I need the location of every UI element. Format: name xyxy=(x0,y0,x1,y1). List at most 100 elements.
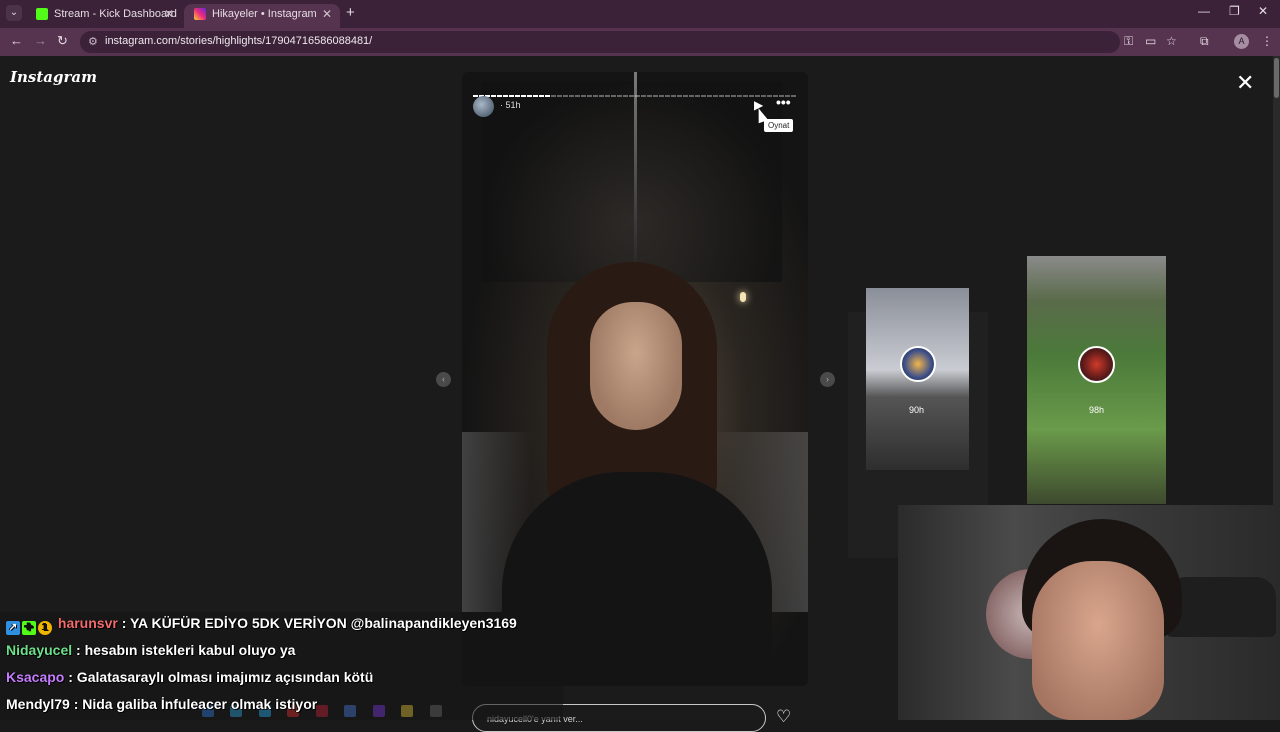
story-progress-segment xyxy=(647,95,652,97)
password-key-icon[interactable]: ⚿ xyxy=(1124,34,1133,49)
story-progress-segment xyxy=(611,95,616,97)
story-progress-segment xyxy=(749,95,754,97)
story-progress-segment xyxy=(677,95,682,97)
browser-tab-strip: ⌄ Stream - Kick Dashboard ✕ Hikayeler • … xyxy=(0,0,1280,28)
story-progress-segment xyxy=(737,95,742,97)
story-preview-time: 98h xyxy=(1089,405,1105,415)
verified-badge-icon: ↗ xyxy=(6,621,20,635)
story-progress-segment xyxy=(713,95,718,97)
new-tab-button[interactable]: + xyxy=(346,4,355,21)
instagram-logo[interactable]: Instagram xyxy=(10,68,97,86)
previous-story-chevron-icon[interactable]: ‹ xyxy=(436,372,451,387)
story-progress-segment xyxy=(623,95,628,97)
story-progress-segment xyxy=(755,95,760,97)
close-icon[interactable]: ✕ xyxy=(1236,70,1254,96)
story-owner-avatar[interactable] xyxy=(473,96,494,117)
chat-username: harunsvr xyxy=(57,615,118,631)
story-progress-segment xyxy=(707,95,712,97)
forward-arrow-icon[interactable]: → xyxy=(34,33,47,48)
restore-icon[interactable]: ❐ xyxy=(1229,4,1240,18)
story-progress-segment xyxy=(767,95,772,97)
story-progress-segment xyxy=(557,95,562,97)
story-progress-segment xyxy=(719,95,724,97)
story-progress-bar xyxy=(473,84,797,97)
story-background-pole xyxy=(634,72,637,262)
tab-search-chevron-icon[interactable]: ⌄ xyxy=(6,5,22,21)
story-progress-segment xyxy=(635,95,640,97)
close-window-icon[interactable]: ✕ xyxy=(1258,4,1268,18)
profile-avatar[interactable]: A xyxy=(1234,34,1249,49)
story-progress-segment xyxy=(725,95,730,97)
story-background-tree xyxy=(482,82,782,282)
story-progress-segment xyxy=(563,95,568,97)
story-time-value: 51h xyxy=(505,100,521,110)
story-progress-segment xyxy=(491,95,496,97)
reload-icon[interactable]: ↻ xyxy=(57,33,68,49)
webcam-person-face xyxy=(1032,561,1164,720)
chat-username: Nidayucel xyxy=(6,642,73,658)
story-progress-segment xyxy=(509,95,514,97)
story-preview-avatar xyxy=(1078,346,1115,383)
tab-label: Stream - Kick Dashboard xyxy=(54,8,177,20)
story-progress-segment xyxy=(683,95,688,97)
close-tab-icon[interactable]: ✕ xyxy=(164,4,174,24)
story-progress-segment xyxy=(701,95,706,97)
address-url: instagram.com/stories/highlights/1790471… xyxy=(105,35,373,47)
site-info-icon[interactable]: ⚙ xyxy=(88,35,98,48)
browser-toolbar: ← → ↻ ⚙ instagram.com/stories/highlights… xyxy=(0,28,1280,56)
story-progress-segment xyxy=(641,95,646,97)
one-badge-icon: 1 xyxy=(38,621,52,635)
chat-text: : YA KÜFÜR EDİYO 5DK VERİYON @balinapand… xyxy=(121,615,517,631)
story-progress-segment xyxy=(689,95,694,97)
extensions-puzzle-icon[interactable]: ⧉ xyxy=(1200,34,1209,49)
story-timestamp: · 51h xyxy=(500,100,521,110)
chat-message: Ksacapo : Galatasaraylı olması imajımız … xyxy=(6,669,373,685)
minimize-icon[interactable]: — xyxy=(1198,4,1210,18)
instagram-favicon-icon xyxy=(194,8,206,20)
story-progress-segment xyxy=(695,95,700,97)
chat-text: : hesabın istekleri kabul oluyo ya xyxy=(76,642,296,658)
plus-badge-icon: ✚ xyxy=(22,621,36,635)
chat-username: Ksacapo xyxy=(6,669,65,685)
chat-message: Mendyl79 : Nida galiba İnfuleacer olmak … xyxy=(6,696,317,712)
address-bar[interactable]: ⚙ instagram.com/stories/highlights/17904… xyxy=(80,31,1120,53)
story-progress-segment xyxy=(761,95,766,97)
streamer-webcam xyxy=(898,505,1280,720)
story-progress-segment xyxy=(791,95,796,97)
story-progress-segment xyxy=(569,95,574,97)
story-progress-segment xyxy=(605,95,610,97)
tab-instagram-stories[interactable]: Hikayeler • Instagram ✕ xyxy=(184,4,340,28)
heart-icon[interactable]: ♡ xyxy=(776,707,791,727)
story-progress-segment xyxy=(539,95,544,97)
story-progress-segment xyxy=(671,95,676,97)
story-progress-segment xyxy=(665,95,670,97)
next-story-chevron-icon[interactable]: › xyxy=(820,372,835,387)
story-progress-segment xyxy=(551,95,556,97)
chat-text: : Nida galiba İnfuleacer olmak istiyor xyxy=(73,696,318,712)
story-progress-segment xyxy=(503,95,508,97)
story-progress-segment xyxy=(587,95,592,97)
story-progress-segment xyxy=(659,95,664,97)
close-tab-icon[interactable]: ✕ xyxy=(322,4,332,24)
story-progress-segment xyxy=(521,95,526,97)
cast-icon[interactable]: ▭ xyxy=(1145,34,1156,48)
story-person-face xyxy=(590,302,682,430)
chat-username: Mendyl79 xyxy=(6,696,70,712)
story-progress-segment xyxy=(593,95,598,97)
scrollbar-thumb[interactable] xyxy=(1274,58,1279,98)
story-preview-avatar xyxy=(900,346,936,382)
browser-menu-icon[interactable]: ⋮ xyxy=(1261,34,1273,48)
story-progress-segment xyxy=(599,95,604,97)
story-progress-segment xyxy=(617,95,622,97)
bookmark-star-icon[interactable]: ☆ xyxy=(1166,34,1177,48)
stream-chat-overlay: ↗ ✚ 1 harunsvr : YA KÜFÜR EDİYO 5DK VERİYO… xyxy=(0,612,563,720)
more-options-icon[interactable]: ••• xyxy=(776,94,791,110)
back-arrow-icon[interactable]: ← xyxy=(10,33,23,48)
chat-text: : Galatasaraylı olması imajımız açısında… xyxy=(68,669,374,685)
story-progress-segment xyxy=(629,95,634,97)
play-tooltip: Oynat xyxy=(764,119,794,132)
kick-favicon-icon xyxy=(36,8,48,20)
story-viewer[interactable]: · 51h ▶ ••• xyxy=(462,72,808,686)
tab-kick-dashboard[interactable]: Stream - Kick Dashboard ✕ xyxy=(26,4,182,28)
story-progress-segment xyxy=(581,95,586,97)
